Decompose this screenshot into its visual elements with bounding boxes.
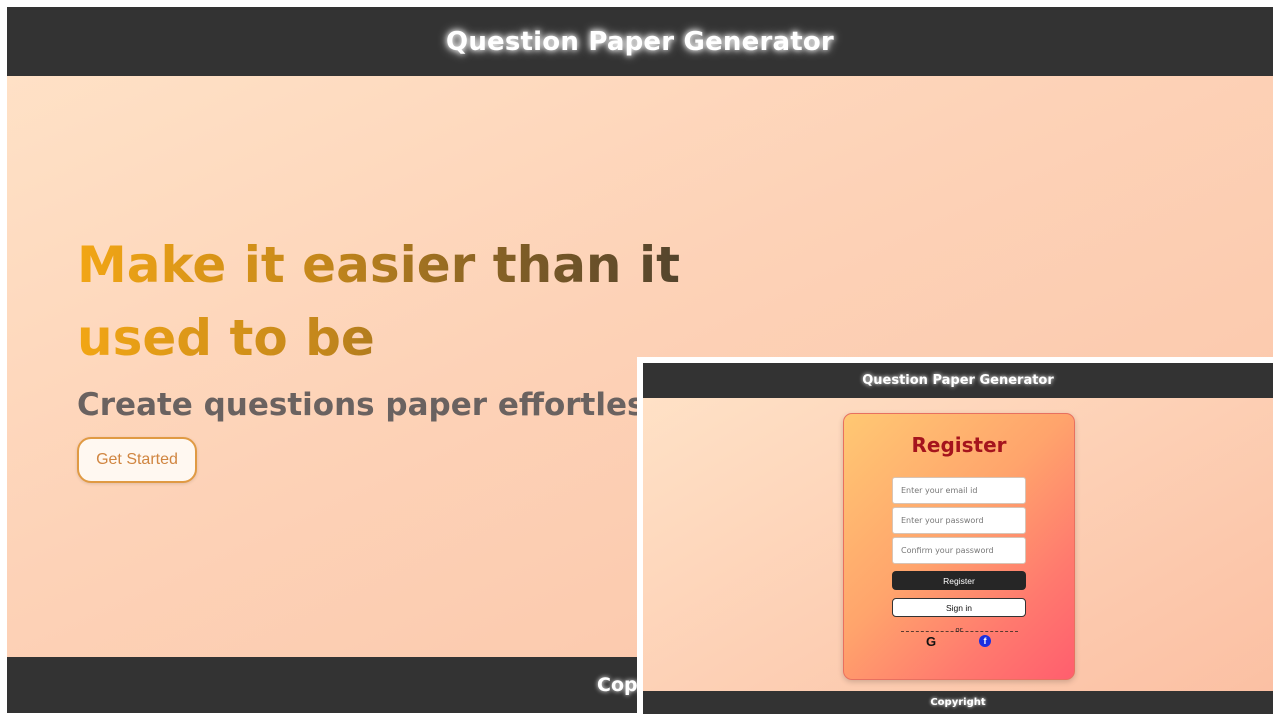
facebook-icon[interactable]: f [979,635,991,647]
hero-heading: Make it easier than it used to be [77,229,777,375]
confirm-password-field[interactable] [892,537,1026,564]
register-page-screenshot: Question Paper Generator Register Regist… [637,357,1280,720]
landing-header-title: Question Paper Generator [446,26,834,57]
register-card: Register Register Sign in or G f [843,413,1075,680]
google-icon[interactable]: G [926,634,936,649]
or-divider-label: or [955,626,963,634]
register-button[interactable]: Register [892,571,1026,590]
get-started-button[interactable]: Get Started [77,437,197,483]
register-page: Question Paper Generator Register Regist… [643,363,1273,714]
landing-header: Question Paper Generator [7,7,1273,76]
password-field[interactable] [892,507,1026,534]
register-heading: Register [911,433,1007,457]
register-footer: Copyright [643,691,1273,714]
register-footer-copyright: Copyright [930,697,986,708]
email-field[interactable] [892,477,1026,504]
register-header-title: Question Paper Generator [862,373,1054,388]
register-header: Question Paper Generator [643,363,1273,398]
sign-in-button[interactable]: Sign in [892,598,1026,617]
